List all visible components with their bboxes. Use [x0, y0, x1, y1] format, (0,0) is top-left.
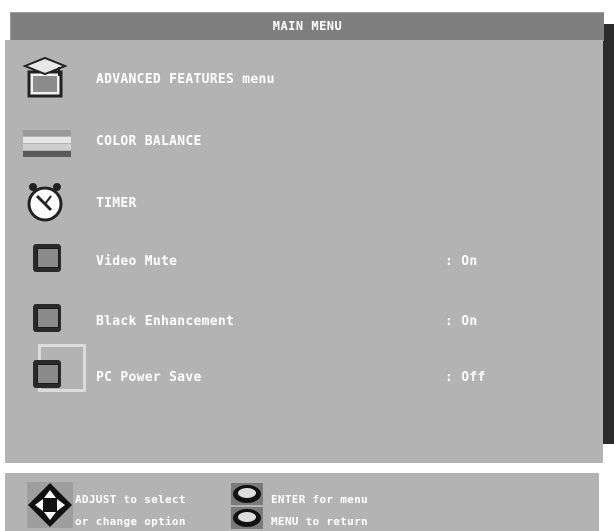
- menu-item-label: COLOR BALANCE: [96, 134, 202, 149]
- menu-item-label: Black Enhancement: [96, 314, 235, 329]
- graduation-cap-icon: [22, 56, 68, 98]
- menu-item-value: : On: [445, 254, 478, 269]
- menu-item-value: : On: [445, 314, 478, 329]
- menu-item-label: PC Power Save: [96, 370, 202, 385]
- alarm-clock-icon: [27, 183, 63, 222]
- menu-button-icon: [231, 507, 263, 529]
- adjust-hint-line2: or change option: [75, 515, 186, 528]
- menu-item-black-enhancement[interactable]: Black Enhancement : On: [5, 294, 603, 350]
- menu-item-label: ADVANCED FEATURES menu: [96, 72, 275, 87]
- menu-hint: MENU to return: [271, 515, 368, 528]
- menu-item-value: : Off: [445, 370, 486, 385]
- menu-item-label: TIMER: [96, 196, 137, 211]
- toggle-button-icon: [21, 238, 73, 282]
- menu-title-bar: MAIN MENU: [10, 12, 604, 41]
- help-bar: ADJUST to select or change option ENTER …: [5, 473, 599, 531]
- adjust-hint-line1: ADJUST to select: [75, 493, 186, 506]
- main-menu-panel: ADVANCED FEATURES menu COLOR BALANCE TIM…: [5, 40, 603, 463]
- menu-item-advanced-features[interactable]: ADVANCED FEATURES menu: [5, 52, 603, 108]
- color-bars-icon: [23, 130, 71, 157]
- menu-shadow: [603, 24, 614, 444]
- toggle-button-icon: [21, 344, 86, 398]
- menu-title: MAIN MENU: [272, 19, 343, 33]
- menu-item-pc-power-save[interactable]: PC Power Save : Off: [5, 344, 603, 406]
- enter-button-icon: [231, 483, 263, 505]
- menu-item-timer[interactable]: TIMER: [5, 176, 603, 232]
- menu-item-video-mute[interactable]: Video Mute : On: [5, 234, 603, 290]
- menu-item-label: Video Mute: [96, 254, 178, 269]
- dpad-icon: [27, 482, 73, 528]
- enter-hint: ENTER for menu: [271, 493, 368, 506]
- toggle-button-icon: [21, 298, 73, 342]
- menu-item-color-balance[interactable]: COLOR BALANCE: [5, 114, 603, 170]
